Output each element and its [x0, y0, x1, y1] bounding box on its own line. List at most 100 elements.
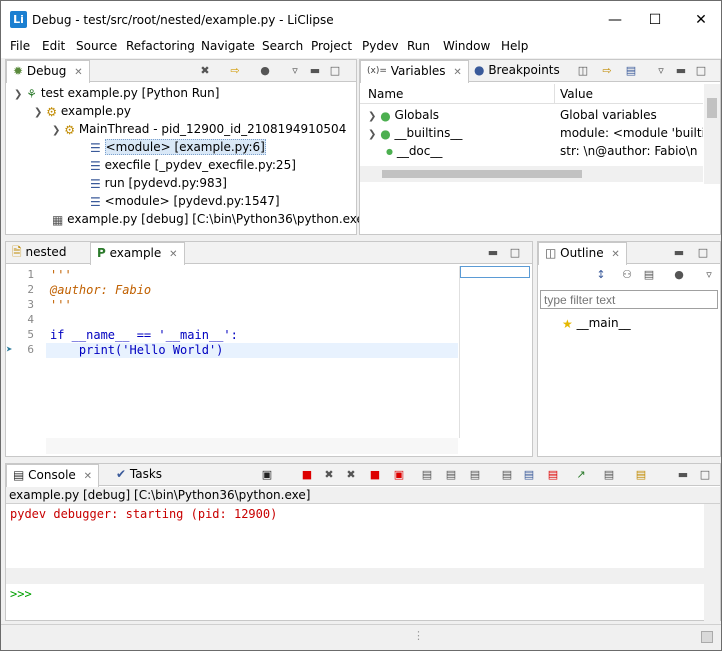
word-wrap-icon[interactable]: ▤: [468, 468, 482, 482]
close-tab-icon[interactable]: ✕: [169, 249, 177, 260]
remove-launch-icon[interactable]: ✖: [322, 468, 336, 482]
tree-item-thread[interactable]: ❯ ⚙ MainThread - pid_12900_id_2108194910…: [52, 120, 346, 138]
menu-run[interactable]: Run: [407, 39, 430, 53]
expand-icon[interactable]: ▤: [642, 268, 656, 282]
tab-variables[interactable]: (x)= Variables ✕: [360, 60, 469, 83]
tab-console[interactable]: ▤ Console ✕: [6, 464, 100, 487]
tree-item-console-process[interactable]: ▦ example.py [debug] [C:\bin\Python36\py…: [52, 210, 369, 228]
view-menu-icon[interactable]: ▿: [654, 64, 668, 78]
menu-project[interactable]: Project: [311, 39, 352, 53]
console-tabstrip: ▤ Console ✕ ✔ Tasks ▣ ■ ✖ ✖ ■ ▣ ▤ ▤ ▤ ▤ …: [6, 464, 720, 487]
debug-view: ✹ Debug ✕ ✖ ⇨ ● ▿ ▬ □ ❯ ⚘ test example.p…: [5, 59, 369, 235]
open-console-icon[interactable]: ↗: [574, 468, 588, 482]
tree-item-frame[interactable]: ☰ <module> [example.py:6]: [90, 138, 266, 156]
show-stderr-icon[interactable]: ▤: [546, 468, 560, 482]
minimize-button[interactable]: —: [597, 7, 633, 33]
progress-icon[interactable]: [701, 631, 713, 643]
outline-filter-input[interactable]: [540, 290, 718, 309]
variable-row[interactable]: ● __doc__ str: \n@author: Fabio\n: [386, 142, 703, 160]
tab-outline[interactable]: ◫ Outline ✕: [538, 242, 627, 265]
menu-search[interactable]: Search: [262, 39, 303, 53]
sort-icon[interactable]: ↕: [594, 268, 608, 282]
col-name-header[interactable]: Name: [368, 87, 403, 101]
line-number: 2: [27, 283, 34, 296]
clear-console-icon[interactable]: ▤: [420, 468, 434, 482]
close-tab-icon[interactable]: ✕: [84, 471, 92, 482]
variable-row[interactable]: ❯ ● Globals Global variables: [368, 106, 703, 124]
pin-console-icon[interactable]: ▤: [500, 468, 514, 482]
close-tab-icon[interactable]: ✕: [611, 249, 619, 260]
scroll-lock-icon[interactable]: ▤: [444, 468, 458, 482]
filter-icon[interactable]: ●: [672, 268, 686, 282]
tree-item-launch[interactable]: ❯ ⚘ test example.py [Python Run]: [14, 84, 219, 102]
menu-edit[interactable]: Edit: [42, 39, 65, 53]
maximize-button[interactable]: ☐: [637, 7, 673, 33]
stop-all-icon[interactable]: ▣: [392, 468, 406, 482]
collapse-icon[interactable]: ⚇: [620, 268, 634, 282]
tree-item-frame[interactable]: ☰ execfile [_pydev_execfile.py:25]: [90, 156, 296, 174]
minimap[interactable]: [459, 266, 530, 438]
maximize-view-icon[interactable]: □: [696, 246, 710, 260]
terminal-icon[interactable]: ▣: [260, 468, 274, 482]
debug-config-icon[interactable]: ●: [258, 64, 272, 78]
menu-file[interactable]: File: [10, 39, 30, 53]
console-scrollbar-v[interactable]: [704, 504, 720, 624]
collapse-all-icon[interactable]: ⇨: [600, 64, 614, 78]
stack-frame-icon: ☰: [90, 176, 101, 191]
close-button[interactable]: ✕: [683, 7, 719, 33]
tree-item-process[interactable]: ❯ ⚙ example.py: [34, 102, 131, 120]
console-scrollbar-h[interactable]: [6, 568, 704, 584]
minimize-view-icon[interactable]: ▬: [308, 64, 322, 78]
console-view: ▤ Console ✕ ✔ Tasks ▣ ■ ✖ ✖ ■ ▣ ▤ ▤ ▤ ▤ …: [5, 463, 721, 624]
code-area[interactable]: 1 ''' 2 @author: Fabio 3 ''' 4 5 if __na…: [6, 266, 458, 438]
tree-item-frame[interactable]: ☰ <module> [pydevd.py:1547]: [90, 192, 280, 210]
stop-icon[interactable]: ■: [368, 468, 382, 482]
menu-bar: File Edit Source Refactoring Navigate Se…: [1, 37, 721, 58]
menu-refactoring[interactable]: Refactoring: [126, 39, 195, 53]
menu-source[interactable]: Source: [76, 39, 117, 53]
minimize-view-icon[interactable]: ▬: [674, 64, 688, 78]
terminate-icon[interactable]: ■: [300, 468, 314, 482]
remove-terminated-icon[interactable]: ✖: [198, 64, 212, 78]
minimize-view-icon[interactable]: ▬: [486, 246, 500, 260]
col-value-header[interactable]: Value: [560, 87, 593, 101]
variables-scrollbar-v[interactable]: [704, 84, 720, 184]
tree-item-frame[interactable]: ☰ run [pydevd.py:983]: [90, 174, 227, 192]
line-number: 1: [27, 268, 34, 281]
tree-item-label: run [pydevd.py:983]: [104, 176, 227, 190]
variables-scrollbar-h[interactable]: [360, 166, 703, 182]
tab-debug[interactable]: ✹ Debug ✕: [6, 60, 90, 83]
show-stdout-icon[interactable]: ▤: [522, 468, 536, 482]
variable-row[interactable]: ❯ ● __builtins__ module: <module 'builti…: [368, 124, 703, 142]
outline-item[interactable]: ★ __main__: [562, 314, 631, 332]
menu-navigate[interactable]: Navigate: [201, 39, 255, 53]
show-columns-icon[interactable]: ▤: [624, 64, 638, 78]
editor-scrollbar-h[interactable]: [46, 438, 458, 454]
minimize-view-icon[interactable]: ▬: [676, 468, 690, 482]
code-line: @author: Fabio: [50, 283, 152, 297]
maximize-view-icon[interactable]: □: [508, 246, 522, 260]
tab-example[interactable]: P example ✕: [90, 242, 185, 265]
variable-icon: ●: [380, 126, 391, 141]
step-return-icon[interactable]: ⇨: [228, 64, 242, 78]
close-tab-icon[interactable]: ✕: [453, 67, 461, 78]
remove-all-icon[interactable]: ✖: [344, 468, 358, 482]
view-menu-icon[interactable]: ▿: [702, 268, 716, 282]
minimize-view-icon[interactable]: ▬: [672, 246, 686, 260]
outline-item-label: __main__: [576, 316, 631, 330]
display-selected-icon[interactable]: ▤: [602, 468, 616, 482]
maximize-view-icon[interactable]: □: [328, 64, 342, 78]
view-menu-icon[interactable]: ▿: [288, 64, 302, 78]
menu-pydev[interactable]: Pydev: [362, 39, 398, 53]
tab-tasks[interactable]: ✔ Tasks: [110, 464, 168, 486]
console-prompt[interactable]: >>>: [10, 587, 32, 601]
layout-icon[interactable]: ◫: [576, 64, 590, 78]
new-console-icon[interactable]: ▤: [634, 468, 648, 482]
menu-window[interactable]: Window: [443, 39, 490, 53]
close-tab-icon[interactable]: ✕: [74, 67, 82, 78]
menu-help[interactable]: Help: [501, 39, 528, 53]
maximize-view-icon[interactable]: □: [698, 468, 712, 482]
tab-nested[interactable]: 🗎 nested: [6, 242, 72, 264]
tab-breakpoints[interactable]: ● Breakpoints: [468, 60, 566, 82]
maximize-view-icon[interactable]: □: [694, 64, 708, 78]
